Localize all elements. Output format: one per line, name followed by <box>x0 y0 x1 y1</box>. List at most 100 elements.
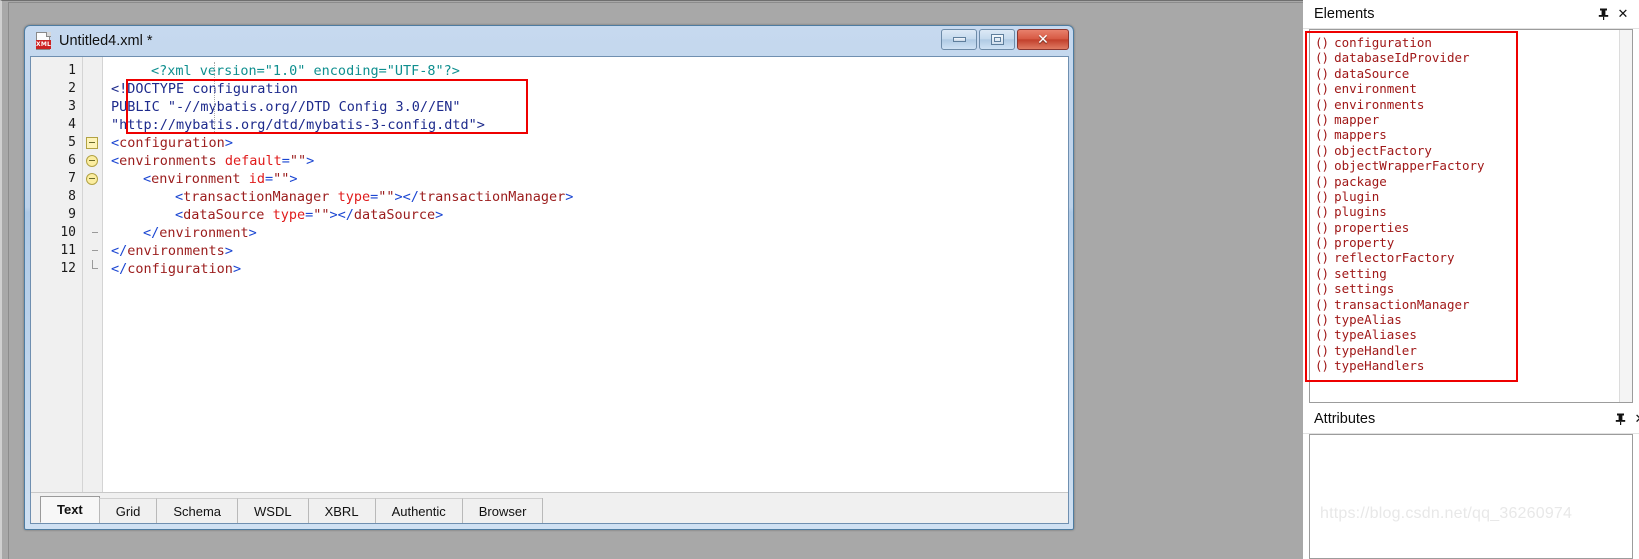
fold-collapse-square-icon[interactable] <box>86 137 98 149</box>
maximize-icon <box>990 34 1004 45</box>
close-button[interactable]: ✕ <box>1017 29 1069 50</box>
list-item-label: environment <box>1334 81 1417 97</box>
list-item[interactable]: () typeHandlers <box>1315 358 1618 373</box>
fold-end-tick <box>92 268 98 269</box>
tab-grid[interactable]: Grid <box>98 498 158 523</box>
list-item[interactable]: () dataSource <box>1315 66 1618 81</box>
code-line-text: "http://mybatis.org/dtd/mybatis-3-config… <box>111 117 485 133</box>
fold-row <box>83 134 102 152</box>
fold-row <box>83 62 102 80</box>
list-item[interactable]: () environments <box>1315 97 1618 112</box>
list-item-label: typeHandlers <box>1334 358 1425 374</box>
list-item[interactable]: () configuration <box>1315 35 1618 50</box>
angle-brackets-icon: () <box>1315 50 1329 66</box>
code-line: <configuration> <box>111 134 1068 152</box>
close-icon[interactable]: ✕ <box>1630 409 1639 429</box>
code-folding-gutter[interactable] <box>83 57 103 494</box>
list-item-label: configuration <box>1334 35 1432 50</box>
elements-panel-body[interactable]: () configuration () databaseIdProvider () d… <box>1309 29 1633 403</box>
list-item[interactable]: () plugin <box>1315 189 1618 204</box>
indent-guide <box>214 62 215 134</box>
minimize-button[interactable] <box>941 29 977 50</box>
fold-collapse-circle-icon[interactable] <box>86 155 98 167</box>
code-line: </environments> <box>111 242 1068 260</box>
line-number: 3 <box>68 99 76 114</box>
pin-icon[interactable] <box>1593 4 1613 24</box>
code-line-text: </configuration> <box>111 261 242 277</box>
line-number-gutter: 1 2 3 4 5 6 7 8 9 10 11 12 <box>31 57 83 494</box>
list-item[interactable]: () typeAlias <box>1315 312 1618 327</box>
list-item-label: dataSource <box>1334 65 1410 81</box>
line-number: 8 <box>68 189 76 204</box>
list-item[interactable]: () databaseIdProvider <box>1315 50 1618 65</box>
watermark: https://blog.csdn.net/qq_36260974 <box>1320 505 1573 522</box>
window-title: Untitled4.xml * <box>59 33 153 49</box>
list-item[interactable]: () mappers <box>1315 127 1618 142</box>
code-line-text: <environments default=""> <box>111 153 315 169</box>
list-item[interactable]: () objectFactory <box>1315 143 1618 158</box>
attributes-panel-header: Attributes ✕ <box>1303 405 1639 434</box>
list-item[interactable]: () settings <box>1315 281 1618 296</box>
code-editor[interactable]: 1 2 3 4 5 6 7 8 9 10 11 12 <?xml version… <box>31 57 1068 494</box>
line-number: 7 <box>68 171 76 186</box>
view-tabstrip: Text Grid Schema WSDL XBRL Authentic Bro… <box>31 492 1068 523</box>
fold-row <box>83 188 102 206</box>
fold-collapse-circle-icon[interactable] <box>86 173 98 185</box>
attributes-panel-body[interactable] <box>1309 434 1633 559</box>
list-item[interactable]: () setting <box>1315 266 1618 281</box>
list-item[interactable]: () package <box>1315 174 1618 189</box>
close-icon[interactable]: ✕ <box>1613 4 1633 24</box>
list-item[interactable]: () environment <box>1315 81 1618 96</box>
list-item[interactable]: () typeAliases <box>1315 327 1618 342</box>
tab-text[interactable]: Text <box>40 496 100 523</box>
code-text-area[interactable]: <?xml version="1.0" encoding="UTF-8"?> <… <box>103 57 1068 494</box>
angle-brackets-icon: () <box>1315 127 1329 143</box>
elements-list[interactable]: () configuration () databaseIdProvider () d… <box>1312 32 1618 402</box>
angle-brackets-icon: () <box>1315 265 1329 281</box>
angle-brackets-icon: () <box>1315 111 1329 127</box>
xml-document-icon: XML <box>35 31 52 51</box>
tab-authentic[interactable]: Authentic <box>374 498 463 523</box>
angle-brackets-icon: () <box>1315 65 1329 81</box>
tab-schema[interactable]: Schema <box>156 498 239 523</box>
list-item[interactable]: () property <box>1315 235 1618 250</box>
list-item[interactable]: () typeHandler <box>1315 343 1618 358</box>
pin-icon[interactable] <box>1610 409 1630 429</box>
app-root: XML Untitled4.xml * ✕ 1 2 3 4 5 6 7 8 9 … <box>0 0 1639 559</box>
line-number: 5 <box>68 135 76 150</box>
angle-brackets-icon: () <box>1315 281 1329 297</box>
list-item-label: reflectorFactory <box>1334 250 1455 266</box>
fold-row <box>83 224 102 242</box>
line-number: 12 <box>60 261 76 276</box>
right-dock: Elements ✕ () configuration () databaseIdP… <box>1303 0 1639 559</box>
tab-wsdl[interactable]: WSDL <box>237 498 309 523</box>
elements-scrollbar[interactable] <box>1619 30 1632 402</box>
list-item-label: plugins <box>1334 204 1387 220</box>
code-line-text: </environments> <box>111 243 233 259</box>
xml-document-window[interactable]: XML Untitled4.xml * ✕ 1 2 3 4 5 6 7 8 9 … <box>24 25 1074 530</box>
list-item-label: mappers <box>1334 127 1387 143</box>
list-item[interactable]: () mapper <box>1315 112 1618 127</box>
list-item-label: typeAlias <box>1334 312 1402 328</box>
fold-branch-tick <box>92 250 98 251</box>
list-item[interactable]: () objectWrapperFactory <box>1315 158 1618 173</box>
line-number: 10 <box>60 225 76 240</box>
tab-xbrl[interactable]: XBRL <box>307 498 376 523</box>
angle-brackets-icon: () <box>1315 81 1329 97</box>
fold-row <box>83 170 102 188</box>
list-item-label: mapper <box>1334 111 1380 127</box>
tab-browser[interactable]: Browser <box>461 498 544 523</box>
angle-brackets-icon: () <box>1315 96 1329 112</box>
angle-brackets-icon: () <box>1315 312 1329 328</box>
list-item[interactable]: () reflectorFactory <box>1315 250 1618 265</box>
fold-row <box>83 242 102 260</box>
list-item[interactable]: () transactionManager <box>1315 297 1618 312</box>
code-line-text: <!DOCTYPE configuration <box>111 81 298 97</box>
list-item[interactable]: () plugins <box>1315 204 1618 219</box>
code-line: <?xml version="1.0" encoding="UTF-8"?> <box>111 62 1068 80</box>
window-titlebar[interactable]: XML Untitled4.xml * ✕ <box>25 26 1073 56</box>
list-item[interactable]: () properties <box>1315 220 1618 235</box>
code-line: <transactionManager type=""></transactio… <box>111 188 1068 206</box>
maximize-button[interactable] <box>979 29 1015 50</box>
list-item-label: package <box>1334 173 1387 189</box>
